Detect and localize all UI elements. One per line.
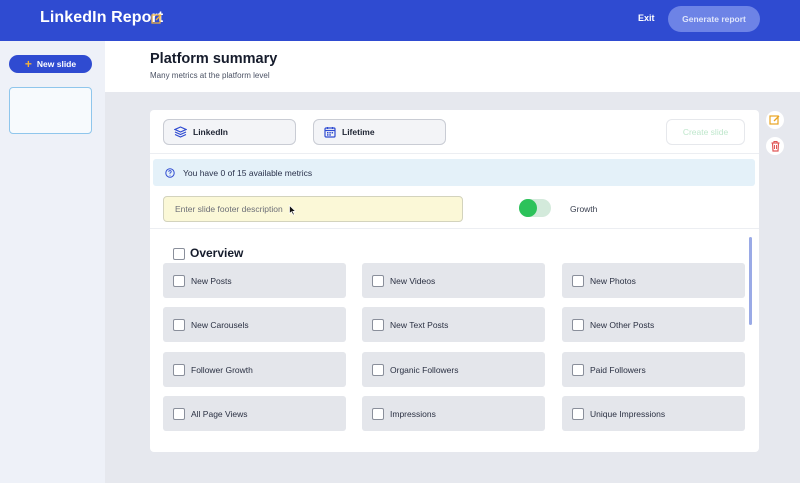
metric-label: New Carousels (191, 319, 249, 330)
edit-icon (769, 115, 780, 125)
metric-label: New Photos (590, 275, 636, 286)
metric-label: New Videos (390, 275, 436, 286)
section-title: Overview (190, 246, 244, 260)
scrollbar[interactable] (749, 237, 752, 325)
toggle-knob (519, 199, 537, 217)
mouse-cursor-icon (289, 205, 297, 216)
metric-label: New Posts (191, 275, 232, 286)
metric-option[interactable]: Organic Followers (362, 352, 545, 387)
metric-label: Paid Followers (590, 364, 646, 375)
metric-label: Impressions (390, 408, 436, 419)
metric-label: New Other Posts (590, 319, 655, 330)
layers-icon (174, 126, 187, 138)
report-title: LinkedIn Report (40, 9, 164, 26)
growth-toggle[interactable] (519, 199, 551, 217)
metric-label: All Page Views (191, 408, 248, 419)
trash-icon (771, 140, 779, 152)
delete-slide-button[interactable] (766, 137, 784, 155)
metric-checkbox[interactable] (372, 274, 384, 287)
metric-checkbox[interactable] (572, 363, 584, 376)
metric-option[interactable]: Follower Growth (163, 352, 346, 387)
divider (150, 153, 759, 154)
metric-checkbox[interactable] (572, 318, 584, 331)
metric-label: New Text Posts (390, 319, 449, 330)
period-value: Lifetime (342, 127, 375, 137)
metric-label: Follower Growth (191, 364, 253, 375)
metrics-info-banner: You have 0 of 15 available metrics (153, 159, 755, 186)
metric-option[interactable]: New Other Posts (562, 307, 745, 342)
metric-option[interactable]: New Text Posts (362, 307, 545, 342)
metric-option[interactable]: Paid Followers (562, 352, 745, 387)
edit-icon[interactable] (151, 13, 163, 25)
new-slide-button[interactable]: + New slide (9, 55, 92, 73)
metric-option[interactable]: New Posts (163, 263, 346, 298)
section-select-all-checkbox[interactable] (173, 248, 185, 260)
metric-checkbox[interactable] (572, 274, 584, 287)
create-slide-button[interactable]: Create slide (666, 119, 745, 145)
new-slide-label: New slide (36, 59, 77, 69)
exit-button[interactable]: Exit (638, 13, 655, 23)
metric-option[interactable]: New Photos (562, 263, 745, 298)
platform-value: LinkedIn (193, 127, 228, 137)
metrics-scroll-area[interactable]: Overview New Posts New Videos New Photos Ne… (150, 229, 759, 439)
metric-label: Unique Impressions (590, 408, 666, 419)
page-header: Platform summary Many metrics at the pla… (105, 41, 800, 92)
edit-slide-button[interactable] (766, 111, 784, 129)
help-circle-icon (165, 167, 175, 178)
top-bar: LinkedIn Report Exit Generate report (0, 0, 800, 41)
page-subtitle: Many metrics at the platform level (150, 71, 270, 80)
generate-report-button[interactable]: Generate report (668, 6, 760, 32)
slide-footer-input[interactable] (163, 196, 463, 222)
metric-checkbox[interactable] (372, 407, 384, 420)
platform-dropdown[interactable]: LinkedIn (163, 119, 296, 145)
metric-checkbox[interactable] (372, 363, 384, 376)
metric-option[interactable]: New Carousels (163, 307, 346, 342)
metric-checkbox[interactable] (173, 407, 185, 420)
plus-icon: + (24, 57, 32, 71)
slide-thumbnail[interactable] (9, 87, 92, 134)
period-dropdown[interactable]: Lifetime (313, 119, 446, 145)
metric-option[interactable]: All Page Views (163, 396, 346, 431)
metric-option[interactable]: Unique Impressions (562, 396, 745, 431)
metric-checkbox[interactable] (173, 363, 185, 376)
growth-label: Growth (570, 204, 598, 214)
metric-checkbox[interactable] (173, 274, 185, 287)
metric-option[interactable]: New Videos (362, 263, 545, 298)
metric-checkbox[interactable] (173, 318, 185, 331)
metric-option[interactable]: Impressions (362, 396, 545, 431)
metric-checkbox[interactable] (372, 318, 384, 331)
metric-label: Organic Followers (390, 364, 459, 375)
calendar-icon (324, 127, 336, 138)
page-title: Platform summary (150, 51, 278, 67)
metrics-info-text: You have 0 of 15 available metrics (183, 167, 313, 178)
metric-checkbox[interactable] (572, 407, 584, 420)
slide-editor-card: LinkedIn Lifetime Create slide You have … (150, 110, 759, 452)
slides-sidebar: + New slide (0, 41, 105, 483)
